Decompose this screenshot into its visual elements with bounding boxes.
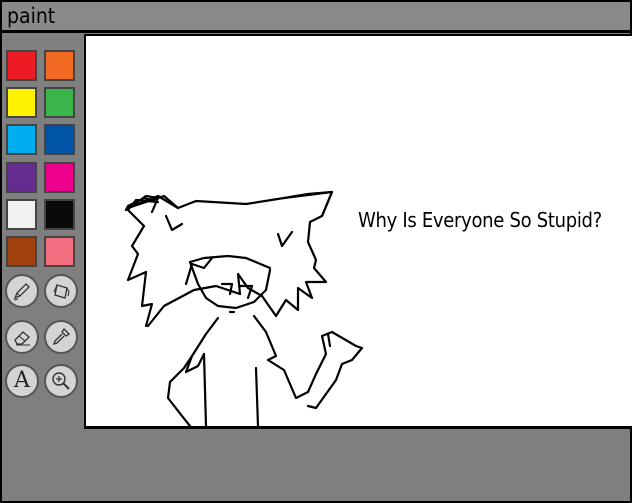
eyedropper-icon [52,327,71,346]
swatch-sky-blue[interactable] [6,124,37,155]
pencil-tool-button[interactable] [5,274,39,308]
swatch-black[interactable] [44,199,75,230]
swatch-yellow[interactable] [6,87,37,118]
text-icon: A [14,368,30,393]
title-bar: paint [2,2,630,33]
canvas-text: Why Is Everyone So Stupid? [358,208,602,232]
swatch-orange[interactable] [44,50,75,81]
swatch-white[interactable] [6,199,37,230]
eraser-tool-button[interactable] [5,320,39,354]
swatch-magenta[interactable] [44,162,75,193]
swatch-blue[interactable] [44,124,75,155]
zoom-tool-button[interactable] [44,364,78,398]
drawing-canvas[interactable]: Why Is Everyone So Stupid? [84,34,632,429]
zoom-in-icon [52,372,70,390]
text-tool-button[interactable]: A [5,364,39,398]
color-picker-tool-button[interactable] [44,320,78,354]
paint-window: paint A Why Is Everyone So Stupid? [0,0,632,503]
app-title: paint [7,4,56,28]
swatch-red[interactable] [6,50,37,81]
swatch-brown[interactable] [6,236,37,267]
swatch-purple[interactable] [6,162,37,193]
pencil-icon [13,283,30,301]
paint-bucket-icon [53,284,70,299]
swatch-green[interactable] [44,87,75,118]
eraser-icon [14,331,30,346]
fill-tool-button[interactable] [44,274,78,308]
swatch-pink[interactable] [44,236,75,267]
